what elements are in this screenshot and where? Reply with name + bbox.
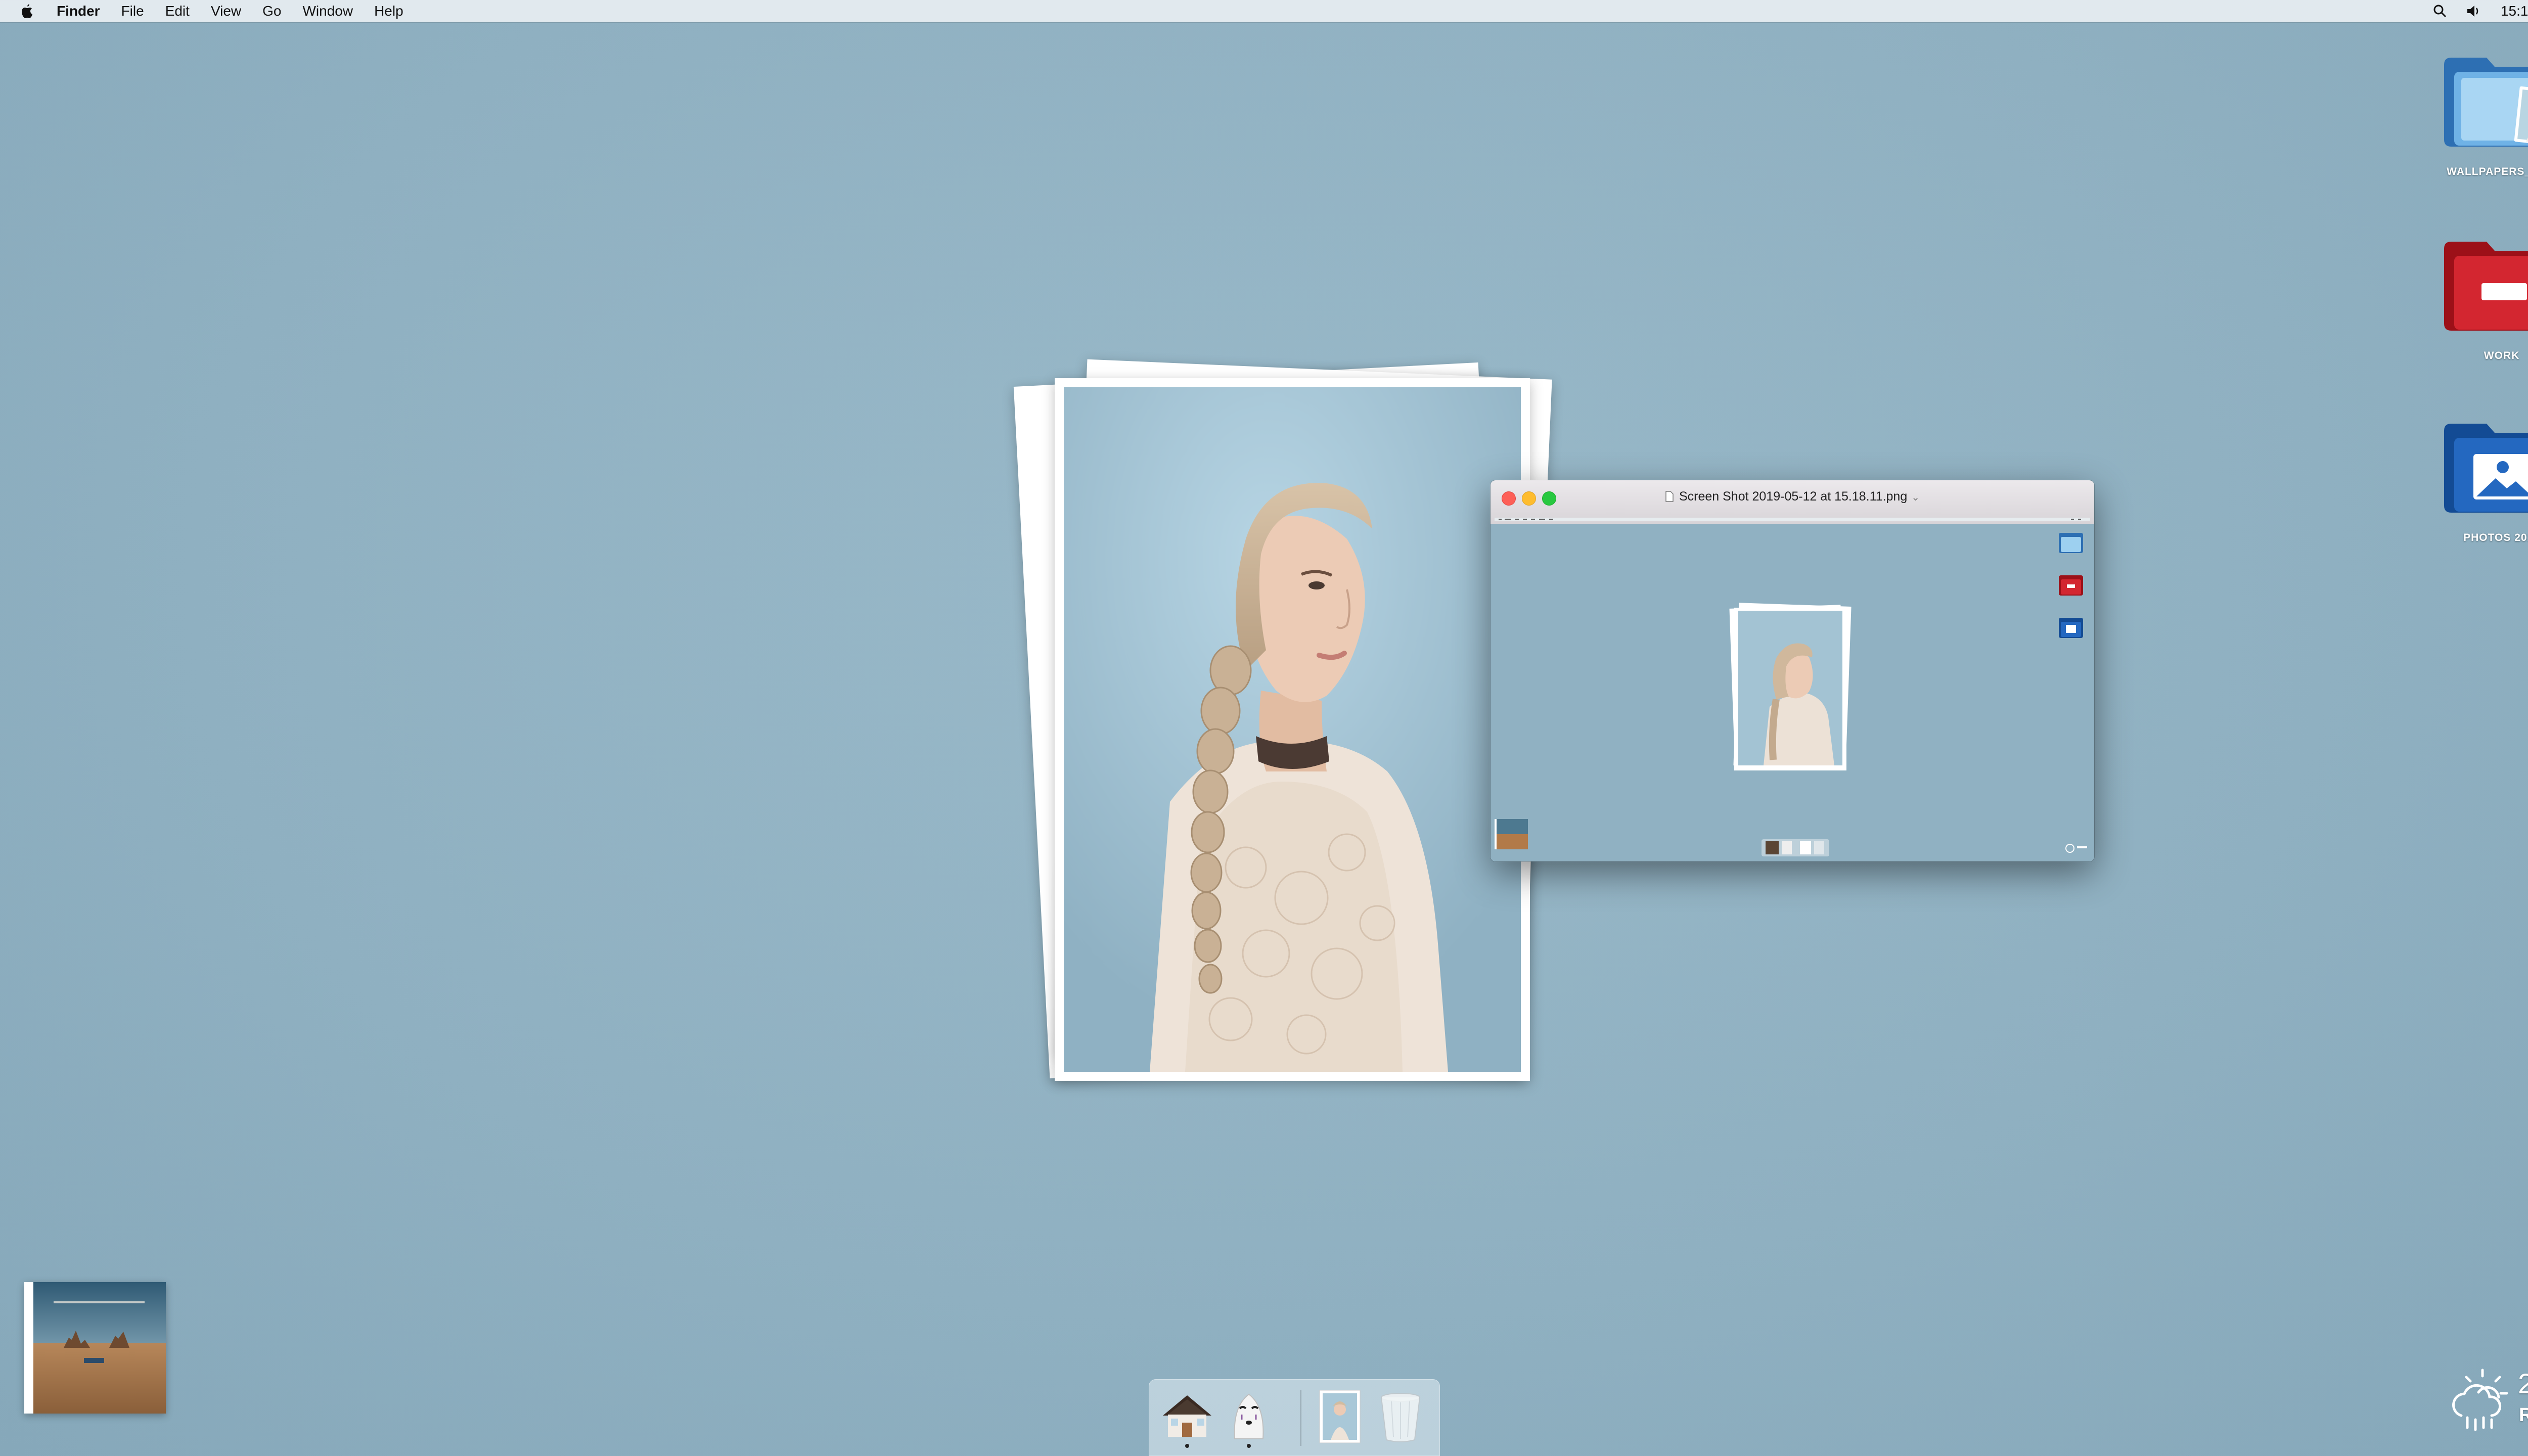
- desert-photo: [33, 1282, 166, 1414]
- dock: [1149, 1379, 1440, 1456]
- portrait-photo: [1064, 387, 1521, 1072]
- weather-temperature: 22°: [2518, 1368, 2528, 1399]
- menu-file[interactable]: File: [121, 3, 144, 19]
- search-icon[interactable]: [2433, 4, 2447, 18]
- trash-icon: [1381, 1393, 1420, 1442]
- mini-folder-icons: [2059, 533, 2083, 638]
- desktop-folder-photos[interactable]: PHOTOS 2019: [2436, 408, 2528, 544]
- menubar-status-area: 15:18: [2433, 0, 2528, 22]
- desktop-folder-label: PHOTOS 2019: [2463, 532, 2528, 543]
- menu-app-finder[interactable]: Finder: [57, 3, 100, 19]
- photo-stack[interactable]: [1013, 359, 1557, 1102]
- dock-running-indicator: [1185, 1444, 1189, 1448]
- menubar-clock[interactable]: 15:18: [2501, 3, 2528, 19]
- apple-icon[interactable]: [20, 3, 34, 19]
- dock-item-photo[interactable]: [1311, 1386, 1369, 1445]
- photo-app-icon: [1319, 1390, 1361, 1443]
- menu-window[interactable]: Window: [302, 3, 353, 19]
- menu-view[interactable]: View: [211, 3, 241, 19]
- mini-menubar-strip: [1495, 518, 2090, 521]
- ghost-app-icon: [1234, 1393, 1264, 1439]
- preview-image-content: [1491, 525, 2094, 861]
- home-app-icon: [1163, 1395, 1211, 1437]
- photo-card-front: [1055, 378, 1530, 1081]
- dock-item-ghost[interactable]: [1220, 1386, 1278, 1448]
- dock-item-trash[interactable]: [1371, 1386, 1430, 1445]
- menu-edit[interactable]: Edit: [165, 3, 190, 19]
- desktop-folder-label: WORK: [2484, 350, 2520, 361]
- document-icon: [1665, 489, 1674, 504]
- desktop-folder-work[interactable]: WORK: [2436, 226, 2528, 362]
- folder-work-icon: [2444, 242, 2528, 331]
- preview-window[interactable]: Screen Shot 2019-05-12 at 15.18.11.png ⌄: [1491, 480, 2094, 861]
- dock-separator: [1300, 1390, 1301, 1446]
- window-titlebar[interactable]: Screen Shot 2019-05-12 at 15.18.11.png ⌄: [1491, 480, 2094, 524]
- volume-icon[interactable]: [2466, 4, 2481, 18]
- dock-running-indicator: [1247, 1444, 1251, 1448]
- weather-condition: Rain: [2519, 1404, 2528, 1426]
- menu-help[interactable]: Help: [374, 3, 403, 19]
- rain-cloud-icon: [2452, 1369, 2508, 1431]
- window-title[interactable]: Screen Shot 2019-05-12 at 15.18.11.png ⌄: [1491, 489, 2094, 504]
- menu-go[interactable]: Go: [262, 3, 281, 19]
- folder-wallpapers-icon: [2444, 58, 2528, 147]
- menu-bar: Finder File Edit View Go Window Help 15:…: [0, 0, 2528, 22]
- chevron-down-icon[interactable]: ⌄: [1911, 492, 1920, 503]
- window-title-text: Screen Shot 2019-05-12 at 15.18.11.png: [1679, 489, 1908, 504]
- desktop-folder-label: WALLPAPERS_2019: [2447, 166, 2528, 177]
- desktop-folder-wallpapers[interactable]: WALLPAPERS_2019: [2436, 42, 2528, 178]
- desktop-thumbnail[interactable]: [24, 1282, 166, 1414]
- screenshot-thumbnail: [1491, 525, 2094, 861]
- folder-photos-icon: [2444, 424, 2528, 513]
- portrait-illustration: [1064, 387, 1521, 1072]
- weather-widget[interactable]: 22° Rain: [2447, 1367, 2528, 1433]
- dock-item-home[interactable]: [1158, 1386, 1216, 1448]
